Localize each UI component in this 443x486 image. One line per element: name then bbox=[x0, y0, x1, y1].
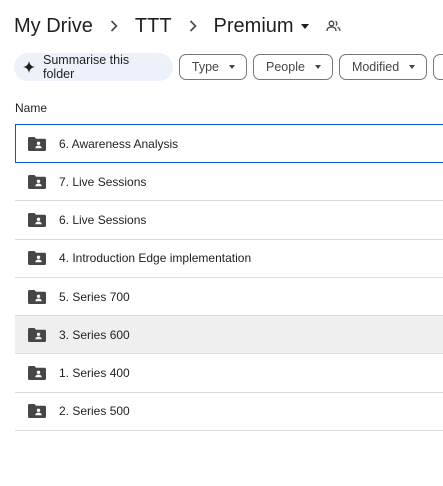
shared-folder-icon bbox=[28, 174, 46, 189]
filter-modified-label: Modified bbox=[351, 60, 400, 74]
list-item[interactable]: 2. Series 500 bbox=[15, 393, 443, 432]
filter-people-label: People bbox=[266, 60, 305, 74]
dropdown-caret-icon bbox=[229, 65, 235, 69]
list-item[interactable]: 4. Introduction Edge implementation bbox=[15, 240, 443, 278]
filter-toolbar: Summarise this folder Type People Modifi… bbox=[14, 53, 443, 81]
list-item-name: 2. Series 500 bbox=[59, 404, 130, 419]
list-item-name: 5. Series 700 bbox=[59, 289, 130, 304]
breadcrumb-ttt[interactable]: TTT bbox=[135, 15, 172, 38]
filter-people-chip[interactable]: People bbox=[253, 54, 333, 80]
file-list: 6. Awareness Analysis 7. Live Sessions 6… bbox=[15, 124, 443, 432]
dropdown-caret-icon bbox=[409, 65, 416, 69]
breadcrumb-my-drive[interactable]: My Drive bbox=[14, 15, 93, 38]
list-item[interactable]: 1. Series 400 bbox=[15, 354, 443, 393]
list-item[interactable]: 3. Series 600 bbox=[15, 316, 443, 355]
list-item[interactable]: 7. Live Sessions bbox=[15, 163, 443, 202]
list-item-name: 4. Introduction Edge implementation bbox=[59, 251, 252, 266]
list-item-name: 7. Live Sessions bbox=[59, 174, 147, 189]
list-item[interactable]: 5. Series 700 bbox=[15, 278, 443, 317]
list-item-name: 6. Live Sessions bbox=[59, 212, 147, 227]
filter-modified-chip[interactable]: Modified bbox=[338, 54, 428, 80]
sparkle-icon bbox=[23, 61, 35, 73]
summarise-label: Summarise this folder bbox=[43, 53, 130, 81]
chevron-right-icon bbox=[189, 20, 197, 32]
column-header-name[interactable]: Name bbox=[15, 101, 47, 115]
breadcrumb: My Drive TTT Premium bbox=[14, 12, 341, 40]
summarise-folder-button[interactable]: Summarise this folder bbox=[14, 53, 173, 81]
list-item[interactable]: 6. Awareness Analysis bbox=[15, 124, 443, 163]
dropdown-caret-icon bbox=[314, 65, 321, 69]
filter-type-label: Type bbox=[191, 60, 219, 74]
breadcrumb-current-folder[interactable]: Premium bbox=[214, 15, 309, 38]
shared-folder-icon bbox=[28, 251, 46, 266]
shared-folder-icon bbox=[28, 289, 46, 304]
list-item-name: 6. Awareness Analysis bbox=[59, 136, 179, 151]
chevron-right-icon bbox=[110, 20, 118, 32]
list-item-name: 1. Series 400 bbox=[59, 366, 130, 381]
shared-folder-icon bbox=[28, 327, 46, 342]
current-folder-label: Premium bbox=[213, 14, 294, 37]
shared-folder-icon bbox=[28, 404, 46, 419]
shared-people-icon[interactable] bbox=[325, 20, 341, 32]
filter-overflow-chip[interactable] bbox=[433, 54, 443, 80]
list-item[interactable]: 6. Live Sessions bbox=[15, 201, 443, 240]
shared-folder-icon bbox=[28, 136, 46, 151]
filter-type-chip[interactable]: Type bbox=[178, 54, 247, 80]
list-item-name: 3. Series 600 bbox=[59, 327, 130, 342]
shared-folder-icon bbox=[28, 366, 46, 381]
dropdown-caret-icon bbox=[300, 23, 309, 29]
shared-folder-icon bbox=[28, 212, 46, 227]
